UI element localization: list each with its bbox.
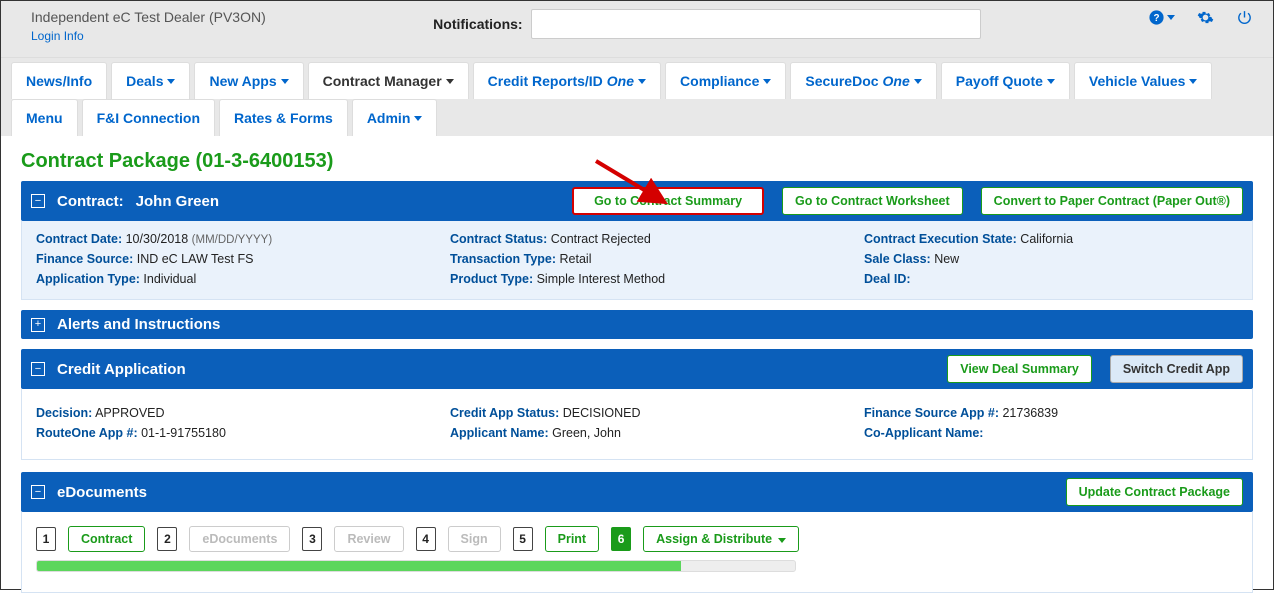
collapse-toggle[interactable]: − <box>31 485 45 499</box>
credit-panel-body: Decision: APPROVED RouteOne App #: 01-1-… <box>21 389 1253 460</box>
chevron-down-icon <box>167 79 175 84</box>
contract-panel-header: − Contract: John Green Go to Contract Su… <box>21 181 1253 221</box>
step-edocuments-button: eDocuments <box>189 526 290 552</box>
notifications-box[interactable] <box>531 9 981 39</box>
step-number-1: 1 <box>36 527 56 551</box>
credit-title: Credit Application <box>57 361 186 378</box>
main-nav-tab-securedoc[interactable]: SecureDocOne <box>790 62 936 99</box>
alerts-title: Alerts and Instructions <box>57 316 220 333</box>
edoc-panel-body: 1 Contract 2 eDocuments 3 Review 4 Sign 5 Print 6A… <box>21 512 1253 593</box>
main-nav-tab-news-info[interactable]: News/Info <box>11 62 107 99</box>
update-contract-package-button[interactable]: Update Contract Package <box>1066 478 1243 506</box>
chevron-down-icon <box>414 116 422 121</box>
chevron-down-icon <box>281 79 289 84</box>
main-nav: News/InfoDealsNew AppsContract ManagerCr… <box>1 57 1273 99</box>
contract-title-label: Contract: <box>57 193 124 210</box>
login-info-link[interactable]: Login Info <box>31 29 266 43</box>
notifications-label: Notifications: <box>433 16 522 32</box>
main-nav-tab-contract-manager[interactable]: Contract Manager <box>308 62 469 99</box>
notifications: Notifications: <box>433 9 980 39</box>
sub-nav-tab-admin[interactable]: Admin <box>352 99 438 136</box>
main-nav-tab-credit-reports-id[interactable]: Credit Reports/IDOne <box>473 62 661 99</box>
power-icon <box>1236 9 1253 26</box>
chevron-down-icon <box>1189 79 1197 84</box>
main-nav-tab-vehicle-values[interactable]: Vehicle Values <box>1074 62 1213 99</box>
main-nav-tab-deals[interactable]: Deals <box>111 62 190 99</box>
power-button[interactable] <box>1236 9 1253 26</box>
contract-panel-body: Contract Date: 10/30/2018 (MM/DD/YYYY) F… <box>21 221 1253 300</box>
dealer-name: Independent eC Test Dealer (PV3ON) <box>31 9 266 25</box>
top-bar: Independent eC Test Dealer (PV3ON) Login… <box>1 1 1273 57</box>
step-review-button: Review <box>334 526 403 552</box>
page-title: Contract Package (01-3-6400153) <box>21 150 1253 173</box>
gear-icon <box>1197 9 1214 26</box>
edoc-panel-header: − eDocuments Update Contract Package <box>21 472 1253 512</box>
chevron-down-icon <box>778 538 786 543</box>
step-print-button[interactable]: Print <box>545 526 599 552</box>
main-nav-tab-compliance[interactable]: Compliance <box>665 62 786 99</box>
sub-nav-tab-f-i-connection[interactable]: F&I Connection <box>82 99 215 136</box>
switch-credit-app-button[interactable]: Switch Credit App <box>1110 355 1243 383</box>
alerts-panel-header: + Alerts and Instructions <box>21 310 1253 339</box>
step-number-5: 5 <box>513 527 533 551</box>
expand-toggle[interactable]: + <box>31 318 45 332</box>
sub-nav: MenuF&I ConnectionRates & FormsAdmin <box>1 99 1273 136</box>
chevron-down-icon <box>1047 79 1055 84</box>
svg-text:?: ? <box>1153 13 1159 24</box>
collapse-toggle[interactable]: − <box>31 194 45 208</box>
contract-person-name: John Green <box>136 193 219 210</box>
help-dropdown[interactable]: ? <box>1148 9 1175 26</box>
go-to-contract-summary-button[interactable]: Go to Contract Summary <box>572 187 764 215</box>
chevron-down-icon <box>638 79 646 84</box>
step-number-6: 6 <box>611 527 631 551</box>
step-sign-button: Sign <box>448 526 501 552</box>
question-circle-icon: ? <box>1148 9 1165 26</box>
sub-nav-tab-menu[interactable]: Menu <box>11 99 78 136</box>
collapse-toggle[interactable]: − <box>31 362 45 376</box>
step-number-3: 3 <box>302 527 322 551</box>
convert-to-paper-button[interactable]: Convert to Paper Contract (Paper Out®) <box>981 187 1243 215</box>
go-to-contract-worksheet-button[interactable]: Go to Contract Worksheet <box>782 187 963 215</box>
step-contract-button[interactable]: Contract <box>68 526 145 552</box>
credit-panel-header: − Credit Application View Deal Summary S… <box>21 349 1253 389</box>
steps-progress-bar <box>36 560 796 572</box>
edoc-title: eDocuments <box>57 484 147 501</box>
sub-nav-tab-rates-forms[interactable]: Rates & Forms <box>219 99 348 136</box>
chevron-down-icon <box>914 79 922 84</box>
step-number-4: 4 <box>416 527 436 551</box>
settings-button[interactable] <box>1197 9 1214 26</box>
main-nav-tab-new-apps[interactable]: New Apps <box>194 62 303 99</box>
step-assign-distribute-button[interactable]: Assign & Distribute <box>643 526 799 552</box>
main-nav-tab-payoff-quote[interactable]: Payoff Quote <box>941 62 1070 99</box>
view-deal-summary-button[interactable]: View Deal Summary <box>947 355 1092 383</box>
chevron-down-icon <box>446 79 454 84</box>
step-number-2: 2 <box>157 527 177 551</box>
chevron-down-icon <box>763 79 771 84</box>
